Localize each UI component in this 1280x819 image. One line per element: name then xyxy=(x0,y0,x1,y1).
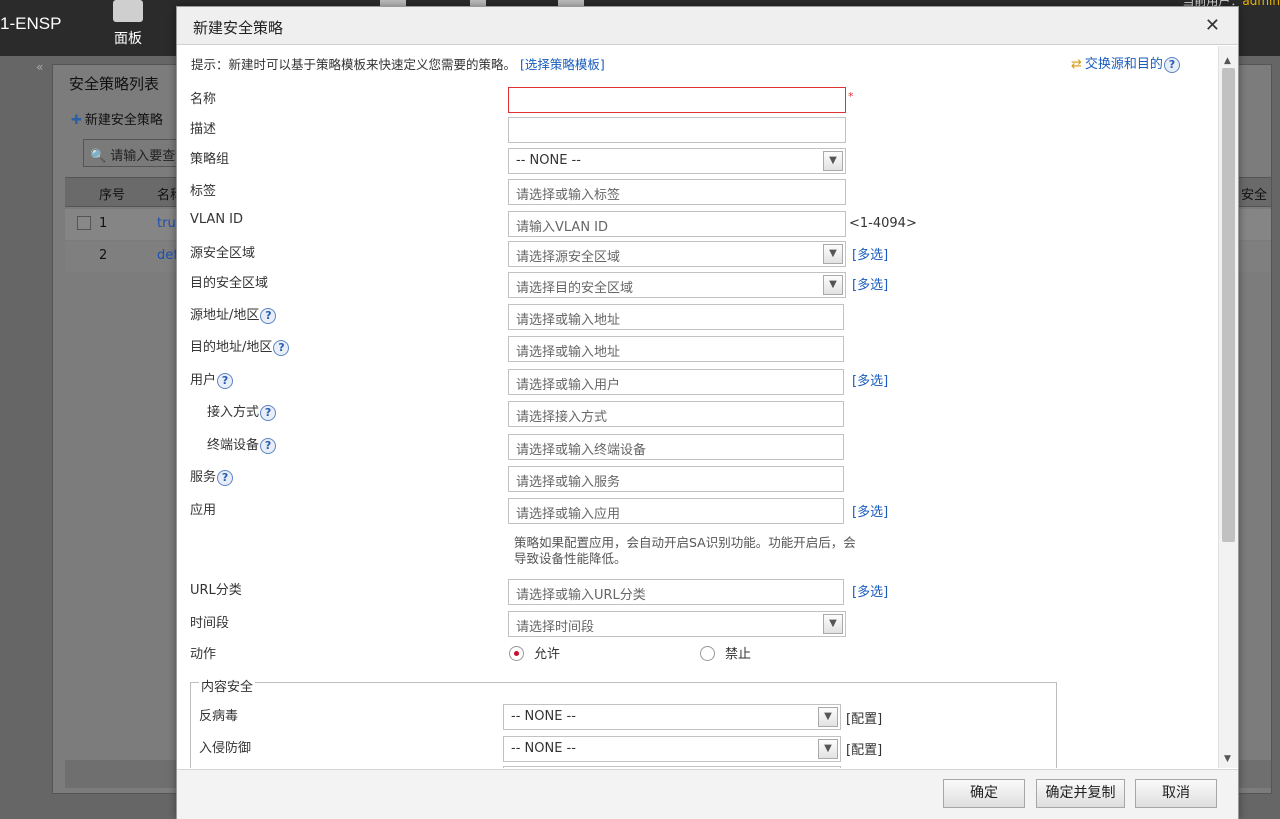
user-multi-link[interactable]: [多选] xyxy=(852,370,888,389)
src-addr-label: 源地址/地区? xyxy=(190,304,277,324)
tip-text: 提示：新建时可以基于策略模板来快速定义您需要的策略。 [选择策略模板] xyxy=(191,57,605,72)
dialog-footer: 确定 确定并复制 取消 xyxy=(177,769,1238,819)
help-icon[interactable]: ? xyxy=(217,469,234,486)
scroll-thumb[interactable] xyxy=(1222,68,1235,542)
tag-input[interactable]: 请选择或输入标签 xyxy=(508,179,846,205)
url-category-input[interactable]: 请选择或输入URL分类 xyxy=(508,579,844,605)
help-icon[interactable]: ? xyxy=(260,437,277,454)
access-mode-input[interactable]: 请选择接入方式 xyxy=(508,401,844,427)
description-field[interactable] xyxy=(508,117,846,143)
src-zone-multi-link[interactable]: [多选] xyxy=(852,244,888,263)
brand-title: 1-ENSP xyxy=(0,14,62,33)
src-zone-label: 源安全区域 xyxy=(190,246,256,261)
dst-zone-multi-link[interactable]: [多选] xyxy=(852,274,888,293)
chevron-down-icon[interactable]: ▼ xyxy=(818,739,838,759)
dialog-title: 新建安全策略 xyxy=(193,19,284,37)
application-input[interactable]: 请选择或输入应用 xyxy=(508,498,844,524)
swap-icon: ⇄ xyxy=(1071,57,1082,72)
url-category-multi-link[interactable]: [多选] xyxy=(852,581,888,600)
dst-zone-select[interactable]: 请选择目的安全区域 ▼ xyxy=(508,272,846,298)
required-mark: * xyxy=(848,90,854,103)
dashboard-icon xyxy=(113,0,143,22)
panel-title: 安全策略列表 xyxy=(69,75,160,93)
nav-panel-label: 面板 xyxy=(114,31,142,47)
terminal-label: 终端设备? xyxy=(207,434,277,454)
chevron-down-icon[interactable]: ▼ xyxy=(823,614,843,634)
collapse-arrow-icon[interactable]: « xyxy=(36,60,43,74)
content-security-legend: 内容安全 xyxy=(199,676,256,695)
nav-panel[interactable]: 面板 xyxy=(104,0,152,56)
new-policy-dialog: 新建安全策略 ✕ 提示：新建时可以基于策略模板来快速定义您需要的策略。 [选择策… xyxy=(176,6,1239,819)
service-label: 服务? xyxy=(190,466,234,486)
description-label: 描述 xyxy=(190,122,217,137)
ips-label: 入侵防御 xyxy=(199,741,252,756)
row-checkbox[interactable] xyxy=(77,216,91,230)
radio-selected-icon[interactable] xyxy=(509,646,524,661)
tag-label: 标签 xyxy=(190,184,217,199)
ips-select[interactable]: -- NONE -- ▼ xyxy=(503,736,841,762)
ips-config-link[interactable]: [配置] xyxy=(846,739,882,758)
col-security: 安全 xyxy=(1241,188,1268,203)
policy-group-label: 策略组 xyxy=(190,152,230,167)
src-addr-input[interactable]: 请选择或输入地址 xyxy=(508,304,844,330)
next-select-partial[interactable] xyxy=(503,766,841,768)
time-range-select[interactable]: 请选择时间段 ▼ xyxy=(508,611,846,637)
swap-src-dst-button[interactable]: ⇄ 交换源和目的? xyxy=(1071,53,1180,73)
cancel-button[interactable]: 取消 xyxy=(1135,779,1217,808)
help-icon[interactable]: ? xyxy=(217,372,234,389)
user-input[interactable]: 请选择或输入用户 xyxy=(508,369,844,395)
radio-icon[interactable] xyxy=(700,646,715,661)
antivirus-select[interactable]: -- NONE -- ▼ xyxy=(503,704,841,730)
dst-addr-input[interactable]: 请选择或输入地址 xyxy=(508,336,844,362)
dialog-scrollbar[interactable]: ▲ ▼ xyxy=(1218,46,1238,768)
action-deny-radio[interactable]: 禁止 xyxy=(700,643,751,662)
chevron-down-icon[interactable]: ▼ xyxy=(818,707,838,727)
vlan-input[interactable]: 请输入VLAN ID xyxy=(508,211,846,237)
dialog-body: 提示：新建时可以基于策略模板来快速定义您需要的策略。 [选择策略模板] ⇄ 交换源… xyxy=(181,46,1235,768)
col-index: 序号 xyxy=(99,188,126,203)
service-input[interactable]: 请选择或输入服务 xyxy=(508,466,844,492)
access-mode-label: 接入方式? xyxy=(207,401,277,421)
action-label: 动作 xyxy=(190,647,217,662)
name-field[interactable] xyxy=(508,87,846,113)
plus-icon: ✚ xyxy=(71,113,82,128)
dst-zone-label: 目的安全区域 xyxy=(190,276,269,291)
vlan-range-hint: <1-4094> xyxy=(849,216,917,231)
policy-group-select[interactable]: -- NONE -- ▼ xyxy=(508,148,846,174)
application-label: 应用 xyxy=(190,503,217,518)
search-icon: 🔍 xyxy=(90,149,107,164)
scroll-up-icon[interactable]: ▲ xyxy=(1224,56,1231,66)
help-icon[interactable]: ? xyxy=(273,339,290,356)
src-zone-select[interactable]: 请选择源安全区域 ▼ xyxy=(508,241,846,267)
add-policy-button[interactable]: ✚ 新建安全策略 xyxy=(71,109,163,128)
application-note: 策略如果配置应用，会自动开启SA识别功能。功能开启后，会导致设备性能降低。 xyxy=(514,535,856,566)
name-label: 名称 xyxy=(190,92,217,107)
chevron-down-icon[interactable]: ▼ xyxy=(823,151,843,171)
ok-button[interactable]: 确定 xyxy=(943,779,1025,808)
dst-addr-label: 目的地址/地区? xyxy=(190,336,290,356)
chevron-down-icon[interactable]: ▼ xyxy=(823,275,843,295)
help-icon[interactable]: ? xyxy=(260,404,277,421)
terminal-input[interactable]: 请选择或输入终端设备 xyxy=(508,434,844,460)
chevron-down-icon[interactable]: ▼ xyxy=(823,244,843,264)
user-label: 用户? xyxy=(190,369,234,389)
help-icon[interactable]: ? xyxy=(1163,56,1180,73)
dialog-header: 新建安全策略 ✕ xyxy=(177,7,1238,45)
vlan-label: VLAN ID xyxy=(190,212,244,227)
select-template-link[interactable]: [选择策略模板] xyxy=(520,57,605,72)
url-category-label: URL分类 xyxy=(190,583,242,598)
action-permit-radio[interactable]: 允许 xyxy=(509,643,560,662)
close-icon[interactable]: ✕ xyxy=(1205,15,1220,36)
ok-copy-button[interactable]: 确定并复制 xyxy=(1036,779,1125,808)
antivirus-label: 反病毒 xyxy=(199,709,239,724)
help-icon[interactable]: ? xyxy=(260,307,277,324)
scroll-down-icon[interactable]: ▼ xyxy=(1224,754,1231,764)
time-range-label: 时间段 xyxy=(190,616,230,631)
antivirus-config-link[interactable]: [配置] xyxy=(846,708,882,727)
application-multi-link[interactable]: [多选] xyxy=(852,501,888,520)
